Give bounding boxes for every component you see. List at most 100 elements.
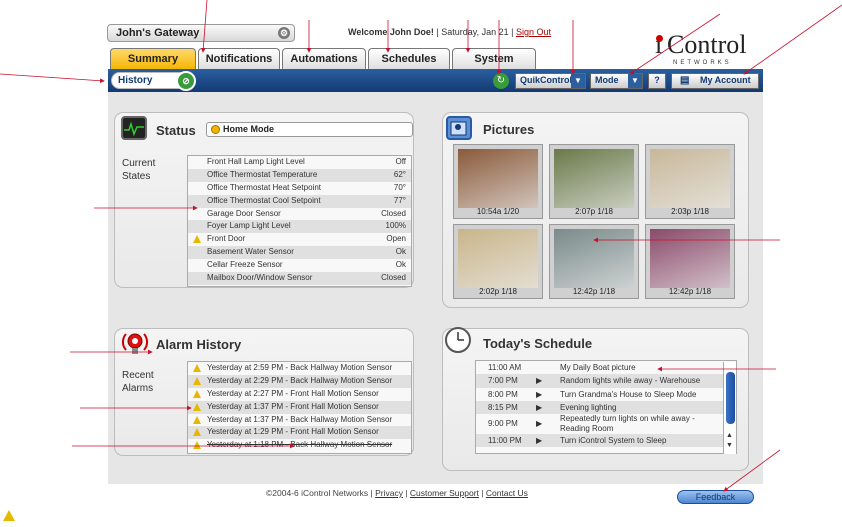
mode-label: Mode bbox=[595, 75, 619, 85]
play-icon: ▶ bbox=[536, 419, 543, 429]
status-value: Ok bbox=[395, 260, 406, 270]
status-name: Mailbox Door/Window Sensor bbox=[207, 273, 313, 283]
alarm-row[interactable]: Yesterday at 1:29 PM - Front Hall Motion… bbox=[188, 426, 411, 440]
user-name: John Doe! bbox=[389, 27, 434, 37]
status-row[interactable]: Front Hall Lamp Light Level Off bbox=[188, 156, 411, 169]
alarm-text: Yesterday at 1:37 PM - Back Hallway Moti… bbox=[207, 414, 393, 424]
schedule-scrollbar[interactable]: ▲ ▼ bbox=[723, 362, 736, 454]
status-value: 62° bbox=[393, 169, 406, 179]
schedule-row[interactable]: 8:15 PM ▶ Evening lighting bbox=[476, 400, 736, 415]
tab-system[interactable]: System bbox=[452, 48, 536, 70]
schedule-time: 8:00 PM bbox=[488, 389, 518, 399]
recent-alarms-label: Recent Alarms bbox=[122, 370, 154, 394]
status-row[interactable]: Office Thermostat Temperature 62° bbox=[188, 168, 411, 182]
warning-icon bbox=[193, 402, 201, 411]
picture-image bbox=[554, 149, 634, 208]
picture-thumbnail[interactable]: 10:54a 1/20 bbox=[453, 144, 543, 219]
play-icon: ▶ bbox=[536, 389, 543, 399]
status-value: Closed bbox=[381, 208, 406, 218]
warning-icon bbox=[193, 389, 201, 398]
alarm-row[interactable]: Yesterday at 1:37 PM - Front Hall Motion… bbox=[188, 400, 411, 414]
history-button[interactable]: History ⊘ bbox=[111, 71, 196, 91]
schedule-row[interactable]: 11:00 PM ▶ Turn iControl System to Sleep bbox=[476, 434, 736, 448]
picture-image bbox=[458, 229, 538, 288]
customer-support-link[interactable]: Customer Support bbox=[410, 488, 479, 498]
picture-image bbox=[554, 229, 634, 288]
status-name: Garage Door Sensor bbox=[207, 208, 281, 218]
status-title: Status bbox=[156, 123, 196, 138]
scroll-down-icon[interactable]: ▼ bbox=[726, 442, 733, 449]
status-name: Office Thermostat Temperature bbox=[207, 169, 318, 179]
status-row[interactable]: Front Door Open bbox=[188, 233, 411, 246]
status-value: Ok bbox=[395, 247, 406, 257]
sign-out-link[interactable]: Sign Out bbox=[516, 27, 551, 37]
feedback-button[interactable]: Feedback bbox=[677, 490, 754, 504]
schedule-time: 8:15 PM bbox=[488, 402, 518, 412]
schedule-event: Evening lighting bbox=[560, 402, 617, 412]
status-value: 100% bbox=[385, 221, 406, 231]
schedule-row[interactable]: 7:00 PM ▶ Random lights while away - Wareh… bbox=[476, 374, 736, 388]
refresh-icon[interactable]: ↻ bbox=[493, 73, 509, 89]
alarm-row[interactable]: Yesterday at 2:59 PM - Back Hallway Moti… bbox=[188, 362, 411, 375]
welcome-bar: Welcome John Doe! | Saturday, Jan 21 | S… bbox=[348, 27, 551, 37]
alarm-row[interactable]: Yesterday at 2:27 PM - Front Hall Motion… bbox=[188, 388, 411, 401]
schedule-event: My Daily Boat picture bbox=[560, 363, 636, 372]
alarm-history-title: Alarm History bbox=[156, 337, 242, 352]
status-name: Foyer Lamp Light Level bbox=[207, 221, 291, 231]
alarm-text: Yesterday at 2:27 PM - Front Hall Motion… bbox=[207, 388, 379, 398]
tab-summary[interactable]: Summary bbox=[110, 48, 196, 70]
picture-thumbnail[interactable]: 12:42p 1/18 bbox=[645, 224, 735, 299]
alarm-text: Yesterday at 1:37 PM - Front Hall Motion… bbox=[207, 401, 379, 411]
schedule-title: Today's Schedule bbox=[483, 336, 593, 351]
status-row[interactable]: Foyer Lamp Light Level 100% bbox=[188, 220, 411, 234]
status-monitor-icon bbox=[121, 116, 147, 140]
picture-thumbnail[interactable]: 2:07p 1/18 bbox=[549, 144, 639, 219]
alarm-text: Yesterday at 2:59 PM - Back Hallway Moti… bbox=[207, 363, 393, 372]
status-list: Front Hall Lamp Light Level Off Office The… bbox=[187, 155, 412, 287]
alarm-text: Yesterday at 2:29 PM - Back Hallway Moti… bbox=[207, 375, 393, 385]
privacy-link[interactable]: Privacy bbox=[375, 488, 403, 498]
clock-icon: ⊘ bbox=[176, 71, 196, 91]
welcome-label: Welcome bbox=[348, 27, 388, 37]
schedule-row[interactable]: 8:00 PM ▶ Turn Grandma's House to Sleep Mo… bbox=[476, 388, 736, 401]
mode-indicator: Home Mode bbox=[206, 122, 413, 137]
status-row[interactable]: Garage Door Sensor Closed bbox=[188, 208, 411, 221]
status-row[interactable]: Mailbox Door/Window Sensor Closed bbox=[188, 272, 411, 285]
scrollbar-thumb[interactable] bbox=[726, 372, 735, 424]
logo-dot bbox=[656, 35, 663, 42]
tab-automations[interactable]: Automations bbox=[282, 48, 366, 70]
quikcontrol-dropdown[interactable]: QuikControl ▼ bbox=[515, 73, 586, 89]
status-row[interactable]: Office Thermostat Cool Setpoint 77° bbox=[188, 194, 411, 208]
schedule-row[interactable]: 11:00 AM My Daily Boat picture bbox=[476, 361, 736, 374]
picture-thumbnail[interactable]: 2:03p 1/18 bbox=[645, 144, 735, 219]
gear-icon[interactable]: ⚙ bbox=[278, 27, 290, 39]
my-account-button[interactable]: ▤ My Account bbox=[671, 73, 759, 89]
status-row[interactable]: Basement Water Sensor Ok bbox=[188, 246, 411, 260]
scroll-up-icon[interactable]: ▲ bbox=[726, 432, 733, 439]
schedule-event: Turn Grandma's House to Sleep Mode bbox=[560, 389, 697, 399]
siren-icon bbox=[120, 328, 150, 358]
tab-notifications[interactable]: Notifications bbox=[198, 48, 280, 70]
tab-schedules[interactable]: Schedules bbox=[368, 48, 450, 70]
status-row[interactable]: Cellar Freeze Sensor Ok bbox=[188, 259, 411, 272]
alarm-row[interactable]: Yesterday at 1:18 PM - Back Hallway Moti… bbox=[188, 439, 411, 452]
status-name: Front Hall Lamp Light Level bbox=[207, 157, 305, 166]
alarm-row[interactable]: Yesterday at 2:29 PM - Back Hallway Moti… bbox=[188, 374, 411, 388]
schedule-row[interactable]: 9:00 PM ▶ Repeatedly turn lights on while … bbox=[476, 414, 736, 434]
picture-image bbox=[458, 149, 538, 208]
contact-us-link[interactable]: Contact Us bbox=[486, 488, 528, 498]
play-icon: ▶ bbox=[536, 402, 543, 412]
status-row[interactable]: Office Thermostat Heat Setpoint 70° bbox=[188, 182, 411, 195]
picture-image bbox=[650, 149, 730, 208]
warning-icon bbox=[193, 235, 201, 244]
picture-thumbnail[interactable]: 2:02p 1/18 bbox=[453, 224, 543, 299]
help-button[interactable]: ? bbox=[648, 73, 666, 89]
document-icon: ▤ bbox=[680, 75, 690, 86]
picture-thumbnail[interactable]: 12:42p 1/18 bbox=[549, 224, 639, 299]
status-value: Open bbox=[386, 234, 406, 244]
gateway-selector[interactable]: John's Gateway ⚙ bbox=[107, 24, 295, 42]
mode-dropdown[interactable]: Mode ▼ bbox=[590, 73, 643, 89]
pictures-title: Pictures bbox=[483, 122, 535, 137]
status-name: Front Door bbox=[207, 234, 246, 244]
alarm-row[interactable]: Yesterday at 1:37 PM - Back Hallway Moti… bbox=[188, 414, 411, 427]
